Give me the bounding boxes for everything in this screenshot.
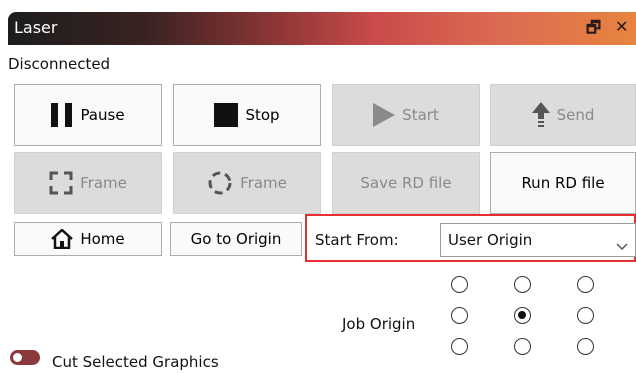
pause-button[interactable]: Pause	[14, 84, 162, 146]
job-origin-radio-1-0[interactable]	[451, 307, 468, 324]
pause-icon	[51, 103, 73, 127]
cut-selected-label: Cut Selected Graphics	[52, 353, 219, 371]
start-from-select[interactable]: User Origin	[440, 223, 636, 257]
send-label: Send	[556, 106, 595, 124]
run-rd-file-button[interactable]: Run RD file	[490, 152, 636, 214]
save-rd-file-label: Save RD file	[360, 174, 452, 192]
home-button[interactable]: Home	[14, 222, 162, 256]
upload-arrow-icon	[531, 102, 550, 128]
job-origin-radio-1-1[interactable]	[514, 307, 531, 324]
job-origin-label: Job Origin	[342, 315, 416, 333]
stop-label: Stop	[245, 106, 280, 124]
go-to-origin-button[interactable]: Go to Origin	[170, 222, 302, 256]
home-icon	[51, 229, 74, 249]
cut-selected-toggle[interactable]	[10, 350, 40, 365]
job-origin-radio-0-2[interactable]	[577, 276, 594, 293]
send-button[interactable]: Send	[490, 84, 636, 146]
frame-circle-label: Frame	[240, 174, 287, 192]
go-to-origin-label: Go to Origin	[190, 230, 282, 248]
play-icon	[373, 103, 396, 127]
start-button[interactable]: Start	[332, 84, 480, 146]
window-title: Laser	[14, 18, 58, 37]
frame-square-label: Frame	[80, 174, 127, 192]
stop-icon	[214, 103, 239, 127]
job-origin-radio-2-0[interactable]	[451, 338, 468, 355]
job-origin-radio-2-1[interactable]	[514, 338, 531, 355]
stop-button[interactable]: Stop	[173, 84, 321, 146]
frame-square-button[interactable]: Frame	[14, 152, 162, 214]
job-origin-radio-0-1[interactable]	[514, 276, 531, 293]
title-bar: Laser 🗗 ✕	[8, 12, 636, 45]
save-rd-file-button[interactable]: Save RD file	[332, 152, 480, 214]
start-label: Start	[402, 106, 439, 124]
job-origin-radio-1-2[interactable]	[577, 307, 594, 324]
run-rd-file-label: Run RD file	[521, 174, 605, 192]
chevron-down-icon	[616, 236, 628, 255]
close-icon[interactable]: ✕	[615, 17, 628, 36]
job-origin-radio-0-0[interactable]	[451, 276, 468, 293]
job-origin-radio-2-2[interactable]	[577, 338, 594, 355]
connection-status: Disconnected	[8, 55, 111, 73]
home-label: Home	[80, 230, 125, 248]
restore-icon[interactable]: 🗗	[586, 17, 601, 44]
frame-circle-button[interactable]: Frame	[173, 152, 321, 214]
pause-label: Pause	[80, 106, 125, 124]
frame-square-icon	[49, 171, 73, 195]
start-from-label: Start From:	[315, 231, 399, 249]
frame-circle-icon	[207, 170, 233, 196]
start-from-value: User Origin	[448, 231, 533, 249]
